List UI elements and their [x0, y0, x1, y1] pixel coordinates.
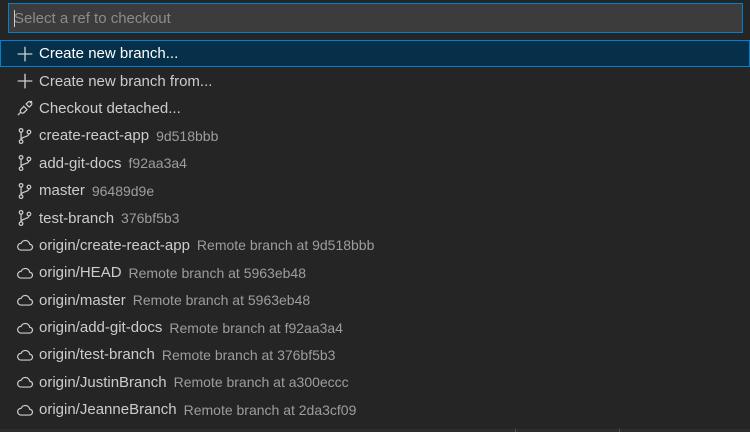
ref-list-item[interactable]: create-react-app 9d518bbb [0, 122, 750, 149]
ref-label: Checkout detached... [39, 99, 181, 117]
cloud-icon [16, 236, 34, 254]
ref-description: f92aa3a4 [128, 155, 187, 172]
ref-list-item[interactable]: test-branch 376bf5b3 [0, 204, 750, 231]
ref-list-item[interactable]: origin/create-react-app Remote branch at … [0, 232, 750, 259]
git-branch-icon [16, 209, 34, 227]
git-branch-icon [16, 182, 34, 200]
ref-list-item[interactable]: origin/add-git-docs Remote branch at f92a… [0, 314, 750, 341]
ref-list-item[interactable]: origin/HEAD Remote branch at 5963eb48 [0, 259, 750, 286]
debug-disconnect-icon [16, 99, 34, 117]
cloud-icon [16, 264, 34, 282]
ref-description: Remote branch at 2da3cf09 [183, 401, 357, 418]
ref-description: Remote branch at 9d518bbb [196, 237, 375, 254]
cloud-icon [16, 319, 34, 337]
ref-list-item[interactable]: master 96489d9e [0, 177, 750, 204]
cloud-icon [16, 346, 34, 364]
ref-description: Remote branch at 376bf5b3 [161, 346, 336, 363]
ref-label: Create new branch from... [39, 72, 213, 90]
ref-description: Remote branch at 5963eb48 [128, 264, 306, 281]
ref-label: Create new branch... [39, 45, 179, 63]
git-branch-icon [16, 127, 34, 145]
plus-icon [16, 45, 34, 63]
ref-list-item[interactable]: Create new branch... [0, 40, 750, 68]
ref-description: Remote branch at a300eccc [173, 374, 349, 391]
ref-label: origin/test-branch [39, 346, 155, 364]
ref-list-item[interactable]: origin/master Remote branch at 5963eb48 [0, 287, 750, 314]
search-input-container [8, 3, 743, 33]
cloud-icon [16, 291, 34, 309]
ref-label: create-react-app [39, 127, 150, 145]
ref-list-item[interactable]: Checkout detached... [0, 95, 750, 122]
text-caret [14, 10, 15, 27]
ref-label: origin/JeanneBranch [39, 401, 177, 419]
ref-label: origin/create-react-app [39, 236, 190, 254]
ref-description: Remote branch at 5963eb48 [132, 292, 311, 309]
ref-label: origin/add-git-docs [39, 319, 163, 337]
ref-label: origin/master [39, 291, 126, 309]
ref-label: test-branch [39, 209, 115, 227]
ref-label: master [39, 182, 85, 200]
ref-list: Create new branch... Create new branch fr… [0, 40, 750, 423]
ref-label: add-git-docs [39, 154, 122, 172]
ref-label: origin/HEAD [39, 264, 122, 282]
ref-description: 376bf5b3 [121, 210, 180, 227]
cloud-icon [16, 401, 34, 419]
ref-list-item[interactable]: origin/JustinBranch Remote branch at a300… [0, 369, 750, 396]
ref-description: 96489d9e [91, 182, 155, 199]
ref-description: 9d518bbb [156, 127, 219, 144]
ref-search-input[interactable] [9, 4, 742, 32]
ref-list-item[interactable]: Create new branch from... [0, 67, 750, 94]
plus-icon [16, 72, 34, 90]
git-branch-icon [16, 154, 34, 172]
ref-list-item[interactable]: origin/test-branch Remote branch at 376bf… [0, 341, 750, 368]
ref-label: origin/JustinBranch [39, 373, 167, 391]
ref-list-item[interactable]: add-git-docs f92aa3a4 [0, 150, 750, 177]
quick-pick-widget: Create new branch... Create new branch fr… [0, 0, 750, 432]
ref-description: Remote branch at f92aa3a4 [169, 319, 343, 336]
cloud-icon [16, 373, 34, 391]
ref-list-item[interactable]: origin/JeanneBranch Remote branch at 2da3… [0, 396, 750, 423]
